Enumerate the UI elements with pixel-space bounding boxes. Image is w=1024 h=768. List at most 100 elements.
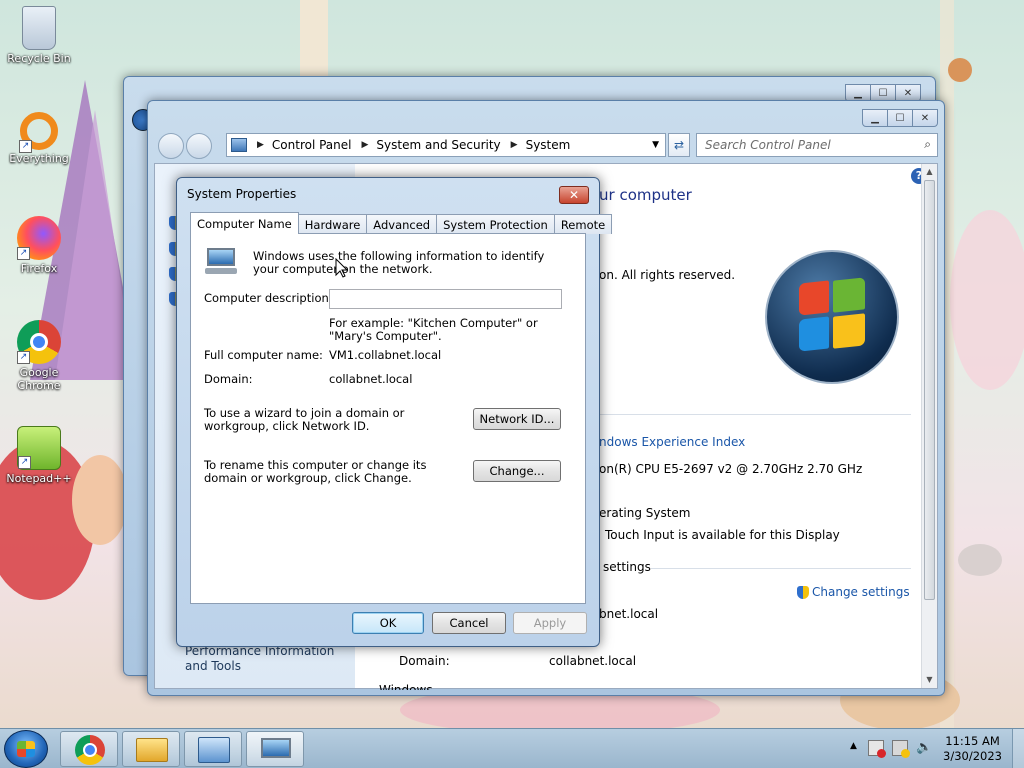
shortcut-arrow-icon: ↗ — [18, 456, 31, 469]
computer-network-icon — [205, 248, 237, 276]
tab-strip: Computer Name Hardware Advanced System P… — [190, 212, 613, 234]
shield-icon — [797, 585, 809, 599]
vertical-scrollbar[interactable]: ▲ ▼ — [921, 164, 937, 688]
desktop-icon-recycle-bin[interactable]: Recycle Bin — [4, 6, 74, 65]
taskbar: ▲ 🔈 11:15 AM 3/30/2023 — [0, 728, 1024, 768]
minimize-button[interactable]: ▁ — [862, 109, 888, 127]
control-panel-icon — [231, 138, 247, 152]
address-dropdown-icon[interactable]: ▼ — [652, 140, 659, 150]
tab-advanced[interactable]: Advanced — [366, 214, 438, 234]
show-hidden-icons-icon[interactable]: ▲ — [850, 741, 857, 751]
volume-muted-icon[interactable]: 🔈 — [916, 740, 932, 756]
desktop-icon-notepadpp[interactable]: ↗ Notepad++ — [4, 426, 74, 485]
nav-forward-button[interactable] — [186, 133, 212, 159]
shortcut-arrow-icon: ↗ — [17, 351, 30, 364]
clock-date: 3/30/2023 — [943, 749, 1002, 763]
dialog-title: System Properties — [187, 187, 297, 201]
desktop-icon-label: Everything — [9, 152, 69, 165]
cancel-button[interactable]: Cancel — [432, 612, 506, 634]
nav-back-button[interactable] — [158, 133, 184, 159]
clock[interactable]: 11:15 AM 3/30/2023 — [943, 734, 1002, 764]
copyright-text: on. All rights reserved. — [599, 268, 736, 282]
start-button[interactable] — [4, 730, 48, 768]
left-nav-link-performance[interactable]: Performance Information and Tools — [185, 644, 355, 674]
chrome-icon: ↗ — [17, 320, 61, 364]
desktop-icon-label: Firefox — [20, 262, 58, 275]
change-settings-link[interactable]: Change settings — [797, 585, 910, 599]
notepadpp-icon: ↗ — [17, 426, 61, 470]
breadcrumb-segment: ▶ System and Security — [362, 138, 501, 152]
computer-name-panel: Windows uses the following information t… — [190, 233, 586, 604]
breadcrumb-arrow-icon: ▶ — [510, 140, 518, 150]
breadcrumb-arrow-icon: ▶ — [257, 140, 264, 150]
system-tray: ▲ 🔈 11:15 AM 3/30/2023 — [834, 729, 1024, 768]
computer-description-input[interactable] — [329, 289, 562, 309]
search-placeholder: Search Control Panel — [705, 138, 831, 152]
taskbar-control-panel[interactable] — [184, 731, 242, 767]
pen-touch-value: Touch Input is available for this Displa… — [605, 528, 840, 542]
dialog-close-button[interactable]: ✕ — [559, 186, 589, 204]
computer-description-field[interactable] — [330, 290, 561, 308]
tab-computer-name[interactable]: Computer Name — [190, 212, 299, 234]
breadcrumb-item-system-security[interactable]: System and Security — [376, 138, 500, 152]
action-center-icon[interactable] — [868, 740, 886, 758]
experience-index-link[interactable]: ndows Experience Index — [599, 435, 745, 449]
os-type-value: erating System — [599, 506, 691, 520]
tab-hardware[interactable]: Hardware — [297, 214, 368, 234]
tab-remote[interactable]: Remote — [553, 214, 613, 234]
desktop-icon-everything[interactable]: ↗ Everything — [4, 112, 74, 165]
show-desktop-button[interactable] — [1012, 729, 1024, 768]
chrome-icon — [75, 735, 105, 765]
domain-label: Domain: — [204, 372, 253, 386]
taskbar-explorer[interactable] — [122, 731, 180, 767]
system-properties-dialog: System Properties ✕ Computer Name Hardwa… — [176, 177, 613, 647]
desktop-icon-google-chrome[interactable]: ↗ Google Chrome — [4, 320, 74, 392]
ok-button[interactable]: OK — [352, 612, 424, 634]
divider — [651, 568, 911, 569]
search-input[interactable]: Search Control Panel ⌕ — [696, 133, 938, 157]
recycle-bin-icon — [22, 6, 56, 50]
search-icon: ⌕ — [924, 137, 931, 151]
scroll-down-icon[interactable]: ▼ — [922, 672, 937, 688]
computer-network-icon — [261, 738, 291, 758]
breadcrumb-segment: ▶ System — [511, 138, 571, 152]
maximize-button[interactable]: ☐ — [887, 109, 913, 127]
computer-name-value: bnet.local — [599, 607, 659, 621]
desktop-icon-firefox[interactable]: ↗ Firefox — [4, 216, 74, 275]
close-button[interactable]: ✕ — [912, 109, 938, 127]
example-text: For example: "Kitchen Computer" or "Mary… — [329, 316, 538, 343]
full-name-value: VM1.collabnet.local — [329, 348, 442, 362]
firefox-icon: ↗ — [17, 216, 61, 260]
rename-text: To rename this computer or change its do… — [204, 458, 427, 485]
refresh-button[interactable]: ⇄ — [668, 133, 690, 157]
tab-system-protection[interactable]: System Protection — [436, 214, 555, 234]
apply-button[interactable]: Apply — [513, 612, 587, 634]
change-button[interactable]: Change... — [473, 460, 561, 482]
windows-logo — [765, 250, 899, 384]
scroll-up-icon[interactable]: ▲ — [922, 164, 937, 180]
network-id-button[interactable]: Network ID... — [473, 408, 561, 430]
breadcrumb-item-system[interactable]: System — [526, 138, 571, 152]
taskbar-chrome[interactable] — [60, 731, 118, 767]
folder-icon — [136, 738, 168, 762]
intro-text: Windows uses the following information t… — [253, 249, 545, 276]
network-icon[interactable] — [892, 740, 910, 758]
breadcrumb: ▶ Control Panel — [257, 138, 352, 152]
shortcut-arrow-icon: ↗ — [19, 140, 32, 153]
desktop-icon-label: Google Chrome — [17, 366, 61, 392]
domain-value: collabnet.local — [549, 654, 637, 668]
scrollbar-thumb[interactable] — [924, 180, 935, 600]
control-panel-icon — [198, 737, 230, 763]
breadcrumb-arrow-icon: ▶ — [361, 140, 369, 150]
address-bar[interactable]: ▶ Control Panel ▶ System and Security ▶ … — [226, 133, 666, 157]
mouse-cursor-icon — [335, 258, 349, 278]
activation-heading: Windows activation — [379, 684, 489, 690]
change-settings-label: Change settings — [812, 585, 910, 599]
close-icon: ✕ — [568, 188, 580, 202]
breadcrumb-item-control-panel[interactable]: Control Panel — [272, 138, 352, 152]
window-controls: ▁ ☐ ✕ — [862, 109, 938, 127]
taskbar-system-properties[interactable] — [246, 731, 304, 767]
clock-time: 11:15 AM — [945, 734, 1000, 748]
section-settings-heading: settings — [603, 560, 651, 574]
domain-label: Domain: — [399, 654, 450, 668]
